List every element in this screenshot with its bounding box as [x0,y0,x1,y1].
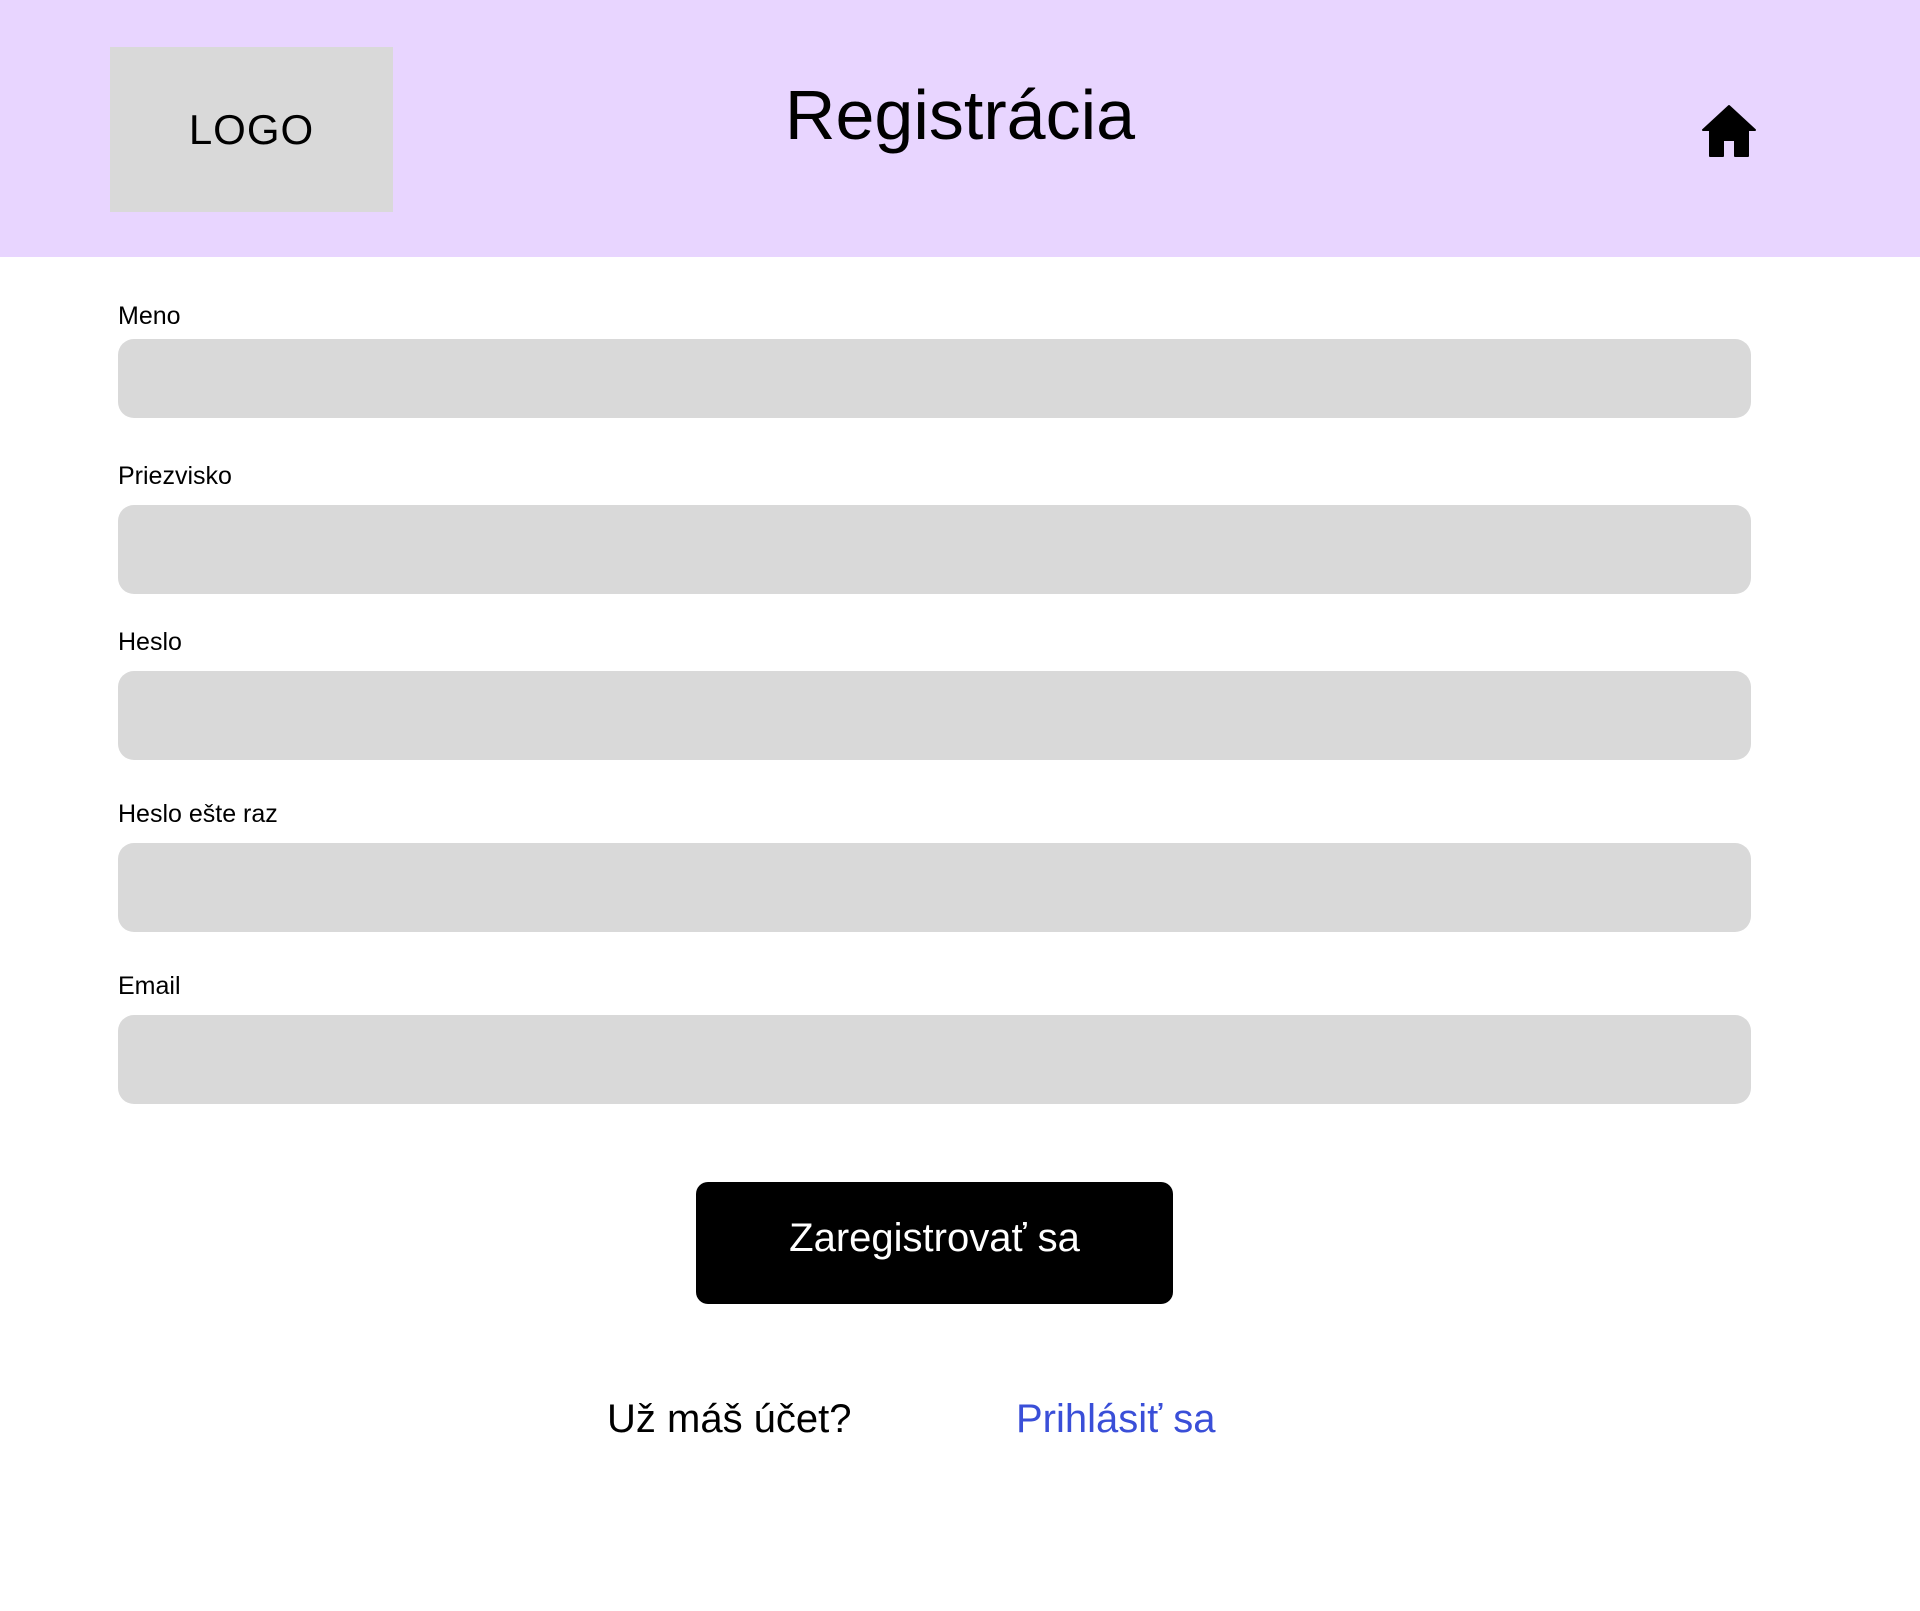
home-button[interactable] [1694,96,1764,166]
email-label: Email [118,972,181,1000]
email-field[interactable] [118,1015,1751,1104]
page-title: Registrácia [784,76,1136,154]
account-question: Už máš účet? [607,1397,852,1441]
last-name-field[interactable] [118,505,1751,594]
last-name-label: Priezvisko [118,462,232,490]
first-name-field[interactable] [118,339,1751,418]
password-field[interactable] [118,671,1751,760]
header: LOGO Registrácia [0,0,1920,257]
password-confirm-field[interactable] [118,843,1751,932]
login-link[interactable]: Prihlásiť sa [1016,1394,1216,1444]
password-confirm-label: Heslo ešte raz [118,800,278,828]
logo-text: LOGO [188,105,315,153]
logo[interactable]: LOGO [110,47,393,212]
first-name-label: Meno [118,302,181,330]
register-button[interactable]: Zaregistrovať sa [696,1182,1173,1304]
password-label: Heslo [118,628,182,656]
home-icon [1702,105,1756,157]
